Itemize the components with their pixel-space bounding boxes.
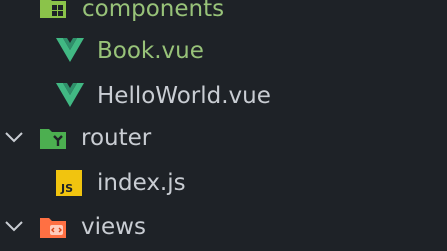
tree-item-router-folder[interactable]: router [0,116,447,160]
tree-item-label: views [81,214,146,240]
tree-item-views-folder[interactable]: views [0,205,447,249]
tree-item-label: components [82,0,225,22]
file-explorer-tree: components Book.vue HelloWorld.vue route… [0,0,447,251]
tree-item-label: router [81,125,152,151]
vue-file-icon [55,36,85,66]
folder-components-icon [38,0,68,22]
tree-item-helloworld-vue[interactable]: HelloWorld.vue [0,73,447,117]
chevron-down-icon[interactable] [4,205,24,249]
folder-router-icon [38,123,68,153]
tree-item-components-folder[interactable]: components [0,0,447,30]
tree-item-label: HelloWorld.vue [97,83,271,109]
tree-item-book-vue[interactable]: Book.vue [0,28,447,72]
svg-text:JS: JS [60,182,73,195]
chevron-down-icon[interactable] [4,116,24,160]
tree-item-index-js[interactable]: JS index.js [0,161,447,205]
tree-item-label: index.js [97,170,186,196]
vue-file-icon [55,81,85,111]
tree-item-label: Book.vue [97,38,204,64]
folder-views-icon [38,212,68,242]
js-file-icon: JS [56,170,86,200]
